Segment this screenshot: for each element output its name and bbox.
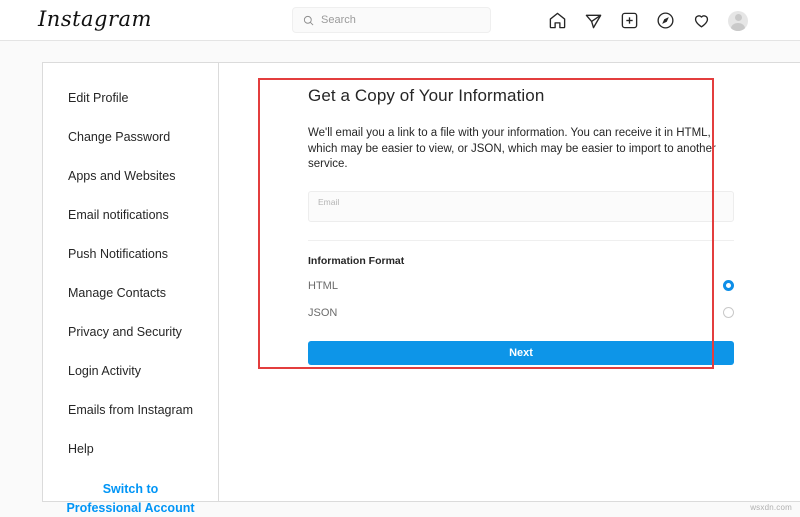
email-placeholder: Email (318, 197, 339, 207)
sidebar-item-change-password[interactable]: Change Password (43, 117, 218, 156)
format-option-json[interactable]: JSON (308, 305, 734, 321)
information-format-label: Information Format (308, 255, 738, 267)
sidebar-item-label: Help (68, 442, 94, 456)
page-root: Instagram Search (0, 0, 800, 517)
search-icon (303, 15, 314, 26)
sidebar-item-edit-profile[interactable]: Edit Profile (43, 78, 218, 117)
direct-message-icon[interactable] (584, 11, 603, 30)
sidebar-item-email-notifications[interactable]: Email notifications (43, 195, 218, 234)
sidebar-item-label: Edit Profile (68, 91, 128, 105)
sidebar-item-apps-and-websites[interactable]: Apps and Websites (43, 156, 218, 195)
sidebar-item-label: Email notifications (68, 208, 169, 222)
top-navigation-bar: Instagram Search (0, 0, 800, 41)
sidebar-item-label: Apps and Websites (68, 169, 175, 183)
email-field[interactable]: Email (308, 191, 734, 222)
sidebar-item-push-notifications[interactable]: Push Notifications (43, 234, 218, 273)
search-placeholder: Search (321, 14, 356, 26)
profile-avatar[interactable] (728, 11, 748, 31)
radio-html[interactable] (723, 280, 734, 291)
sidebar-item-privacy-and-security[interactable]: Privacy and Security (43, 312, 218, 351)
navigation-icon-group (548, 0, 748, 41)
next-button[interactable]: Next (308, 341, 734, 365)
format-option-label: HTML (308, 280, 338, 292)
settings-main-panel: Get a Copy of Your Information We'll ema… (220, 63, 800, 501)
sidebar-item-label: Privacy and Security (68, 325, 182, 339)
sidebar-item-label: Login Activity (68, 364, 141, 378)
watermark: wsxdn.com (750, 503, 792, 512)
download-information-form: Get a Copy of Your Information We'll ema… (308, 86, 738, 365)
home-icon[interactable] (548, 11, 567, 30)
radio-json[interactable] (723, 307, 734, 318)
sidebar-item-help[interactable]: Help (43, 429, 218, 468)
switch-to-professional-account-link[interactable]: Switch to Professional Account (43, 480, 218, 517)
instagram-logo[interactable]: Instagram (38, 7, 152, 31)
sidebar-item-login-activity[interactable]: Login Activity (43, 351, 218, 390)
sidebar-item-label: Push Notifications (68, 247, 168, 261)
section-divider (308, 240, 734, 241)
sidebar-item-label: Manage Contacts (68, 286, 166, 300)
settings-card: Edit Profile Change Password Apps and We… (42, 62, 800, 502)
sidebar-item-manage-contacts[interactable]: Manage Contacts (43, 273, 218, 312)
sidebar-item-label: Emails from Instagram (68, 403, 193, 417)
activity-heart-icon[interactable] (692, 11, 711, 30)
search-input[interactable]: Search (292, 7, 491, 33)
new-post-icon[interactable] (620, 11, 639, 30)
sidebar-item-label: Change Password (68, 130, 170, 144)
explore-compass-icon[interactable] (656, 11, 675, 30)
format-option-html[interactable]: HTML (308, 278, 734, 294)
settings-sidebar: Edit Profile Change Password Apps and We… (43, 63, 219, 501)
format-option-label: JSON (308, 307, 337, 319)
sidebar-item-emails-from-instagram[interactable]: Emails from Instagram (43, 390, 218, 429)
page-description: We'll email you a link to a file with yo… (308, 126, 738, 173)
page-title: Get a Copy of Your Information (308, 86, 738, 106)
